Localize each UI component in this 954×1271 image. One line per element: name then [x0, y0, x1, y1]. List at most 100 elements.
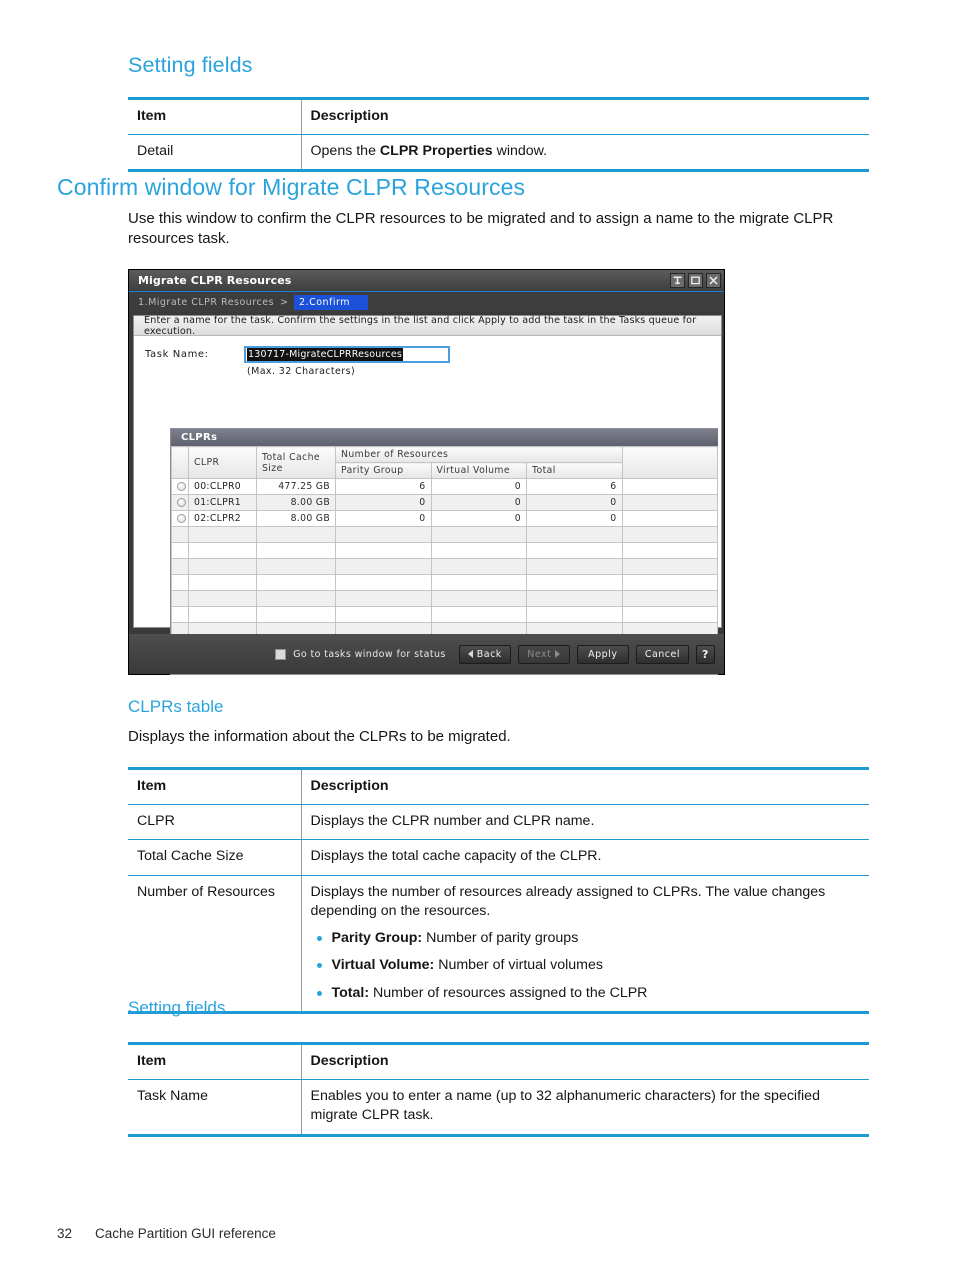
doc-table: Item Description Task Name Enables you t…: [128, 1042, 869, 1137]
cancel-label: Cancel: [644, 648, 680, 660]
column-header-item: Item: [128, 98, 302, 136]
cell-total: 6: [526, 478, 623, 495]
grid-col-filler: [621, 446, 718, 479]
cell-parity-group: 0: [335, 510, 432, 527]
desc-post: window.: [492, 143, 548, 160]
breadcrumb-step-2[interactable]: 2.Confirm: [294, 294, 369, 310]
dock-icon[interactable]: [670, 273, 685, 288]
column-header-item: Item: [128, 768, 302, 806]
empty-row: [171, 606, 718, 623]
cell-description: Displays the CLPR number and CLPR name.: [301, 804, 869, 841]
table-row[interactable]: 01:CLPR1 8.00 GB 0 0 0: [171, 494, 718, 511]
maximize-icon[interactable]: [688, 273, 703, 288]
back-button[interactable]: Back: [458, 644, 511, 664]
cancel-button[interactable]: Cancel: [635, 644, 689, 664]
radio-button-icon[interactable]: [177, 514, 186, 523]
clprs-panel-title: CLPRs: [171, 429, 718, 446]
cell-item: Number of Resources: [128, 875, 302, 1013]
cell-virtual-volume: 0: [430, 494, 527, 511]
grid-col-parity-group[interactable]: Parity Group: [335, 462, 432, 479]
cell-total: 0: [526, 494, 623, 511]
bullet-bold: Parity Group:: [331, 929, 423, 946]
heading-text: Confirm window for Migrate CLPR Resource…: [57, 174, 526, 200]
breadcrumb-separator: >: [280, 296, 289, 308]
empty-row: [171, 526, 718, 543]
dialog-title-bar: Migrate CLPR Resources: [129, 270, 724, 292]
dialog-body: Enter a name for the task. Confirm the s…: [133, 315, 722, 675]
go-to-tasks-checkbox[interactable]: [275, 648, 287, 660]
grid-col-clpr[interactable]: CLPR: [188, 446, 257, 479]
cell-item: CLPR: [128, 804, 302, 841]
clprs-table-intro: Displays the information about the CLPRs…: [128, 727, 873, 747]
list-item: Parity Group: Number of parity groups: [311, 929, 861, 947]
column-header-description: Description: [301, 1043, 869, 1081]
dialog-instruction: Enter a name for the task. Confirm the s…: [134, 315, 721, 337]
cell-clpr: 00:CLPR0: [188, 478, 257, 495]
chapter-title: Cache Partition GUI reference: [95, 1226, 276, 1241]
cell-virtual-volume: 0: [430, 510, 527, 527]
task-name-label: Task Name:: [145, 349, 209, 360]
clprs-grid: CLPR Total Cache Size Number of Resource…: [171, 446, 718, 655]
intro-text: Displays the information about the CLPRs…: [128, 728, 511, 745]
row-radio-cell[interactable]: [171, 478, 189, 495]
row-radio-cell[interactable]: [171, 494, 189, 511]
cell-filler: [621, 510, 718, 527]
next-button[interactable]: Next: [517, 644, 570, 664]
heading-text: Setting fields: [128, 53, 253, 77]
cell-description: Opens the CLPR Properties window.: [301, 135, 869, 171]
doc-table: Item Description CLPR Displays the CLPR …: [128, 767, 869, 1015]
setting-fields-heading-1: Setting fields: [128, 53, 253, 78]
task-name-row: Task Name: 130717-MigrateCLPRResources: [134, 336, 721, 363]
help-button[interactable]: ?: [696, 644, 715, 664]
cell-description: Displays the total cache capacity of the…: [301, 839, 869, 876]
cell-description: Enables you to enter a name (up to 32 al…: [310, 1088, 820, 1124]
desc-bold: CLPR Properties: [379, 143, 493, 160]
table-header-row: Item Description: [128, 1043, 869, 1081]
table-row: Number of Resources Displays the number …: [128, 875, 869, 1013]
radio-button-icon[interactable]: [177, 498, 186, 507]
setting-fields-table-2: Item Description Task Name Enables you t…: [128, 1042, 869, 1137]
cell-parity-group: 6: [335, 478, 432, 495]
grid-col-total[interactable]: Total: [526, 462, 623, 479]
confirm-window-intro: Use this window to confirm the CLPR reso…: [128, 209, 873, 249]
table-row: CLPR Displays the CLPR number and CLPR n…: [128, 804, 869, 841]
cell-clpr: 01:CLPR1: [188, 494, 257, 511]
list-item: Virtual Volume: Number of virtual volume…: [311, 956, 861, 974]
dialog-title: Migrate CLPR Resources: [138, 274, 292, 287]
task-name-hint: (Max. 32 Characters): [247, 366, 356, 377]
cell-cache: 477.25 GB: [256, 478, 336, 495]
breadcrumb-step-1[interactable]: 1.Migrate CLPR Resources: [138, 297, 274, 308]
table-row[interactable]: 00:CLPR0 477.25 GB 6 0 6: [171, 478, 718, 495]
cell-description: Displays the number of resources already…: [301, 875, 869, 1013]
grid-col-virtual-volume[interactable]: Virtual Volume: [430, 462, 527, 479]
clprs-grid-body: 00:CLPR0 477.25 GB 6 0 6 01:CLPR1 8.00 G…: [171, 478, 718, 655]
cell-total: 0: [526, 510, 623, 527]
table-header-row: Item Description: [128, 768, 869, 806]
cell-filler: [621, 494, 718, 511]
cell-cache: 8.00 GB: [256, 494, 336, 511]
go-to-tasks-checkbox-wrap[interactable]: Go to tasks window for status: [275, 648, 446, 660]
row-radio-cell[interactable]: [171, 510, 189, 527]
setting-fields-heading-2: Setting fields: [128, 998, 225, 1018]
page-number: 32: [57, 1226, 73, 1241]
clprs-doc-table: Item Description CLPR Displays the CLPR …: [128, 767, 869, 1015]
empty-row: [171, 590, 718, 607]
grid-col-number-of-resources: Number of Resources: [335, 446, 623, 463]
cell-item: Task Name: [128, 1079, 302, 1136]
clprs-table-heading: CLPRs table: [128, 697, 223, 717]
apply-button[interactable]: Apply: [576, 644, 629, 664]
cell-filler: [621, 478, 718, 495]
task-name-input[interactable]: 130717-MigrateCLPRResources: [244, 346, 450, 363]
desc-pre: Opens the: [310, 143, 380, 160]
column-header-description: Description: [301, 98, 869, 136]
empty-row: [171, 574, 718, 591]
back-label: Back: [476, 648, 502, 660]
next-label: Next: [527, 648, 552, 660]
cell-cache: 8.00 GB: [256, 510, 336, 527]
migrate-clpr-resources-dialog: Migrate CLPR Resources 1.Migrate CLPR Re…: [128, 269, 725, 675]
table-row[interactable]: 02:CLPR2 8.00 GB 0 0 0: [171, 510, 718, 527]
close-icon[interactable]: [706, 273, 721, 288]
grid-col-total-cache-size[interactable]: Total Cache Size: [256, 446, 336, 479]
cell-virtual-volume: 0: [430, 478, 527, 495]
radio-button-icon[interactable]: [177, 482, 186, 491]
